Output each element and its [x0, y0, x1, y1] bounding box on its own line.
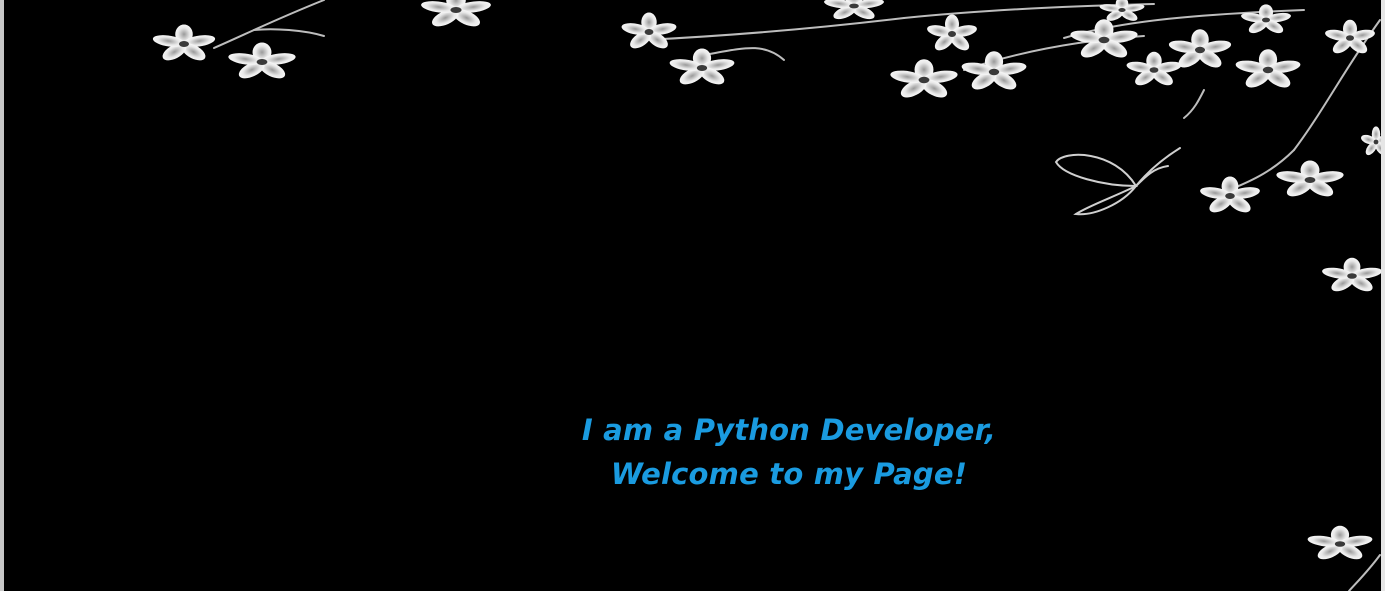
flower-branch-icon — [213, 0, 1381, 591]
hero-section: I am a Python Developer, Welcome to my P… — [4, 0, 1381, 591]
welcome-message: I am a Python Developer, Welcome to my P… — [474, 408, 1104, 496]
butterfly-icon — [1054, 147, 1181, 216]
page-frame: I am a Python Developer, Welcome to my P… — [0, 0, 1385, 591]
welcome-line-2: Welcome to my Page! — [610, 457, 968, 491]
welcome-line-1: I am a Python Developer, — [581, 413, 997, 447]
floral-background — [150, 0, 1381, 591]
window-edge — [1381, 0, 1385, 591]
